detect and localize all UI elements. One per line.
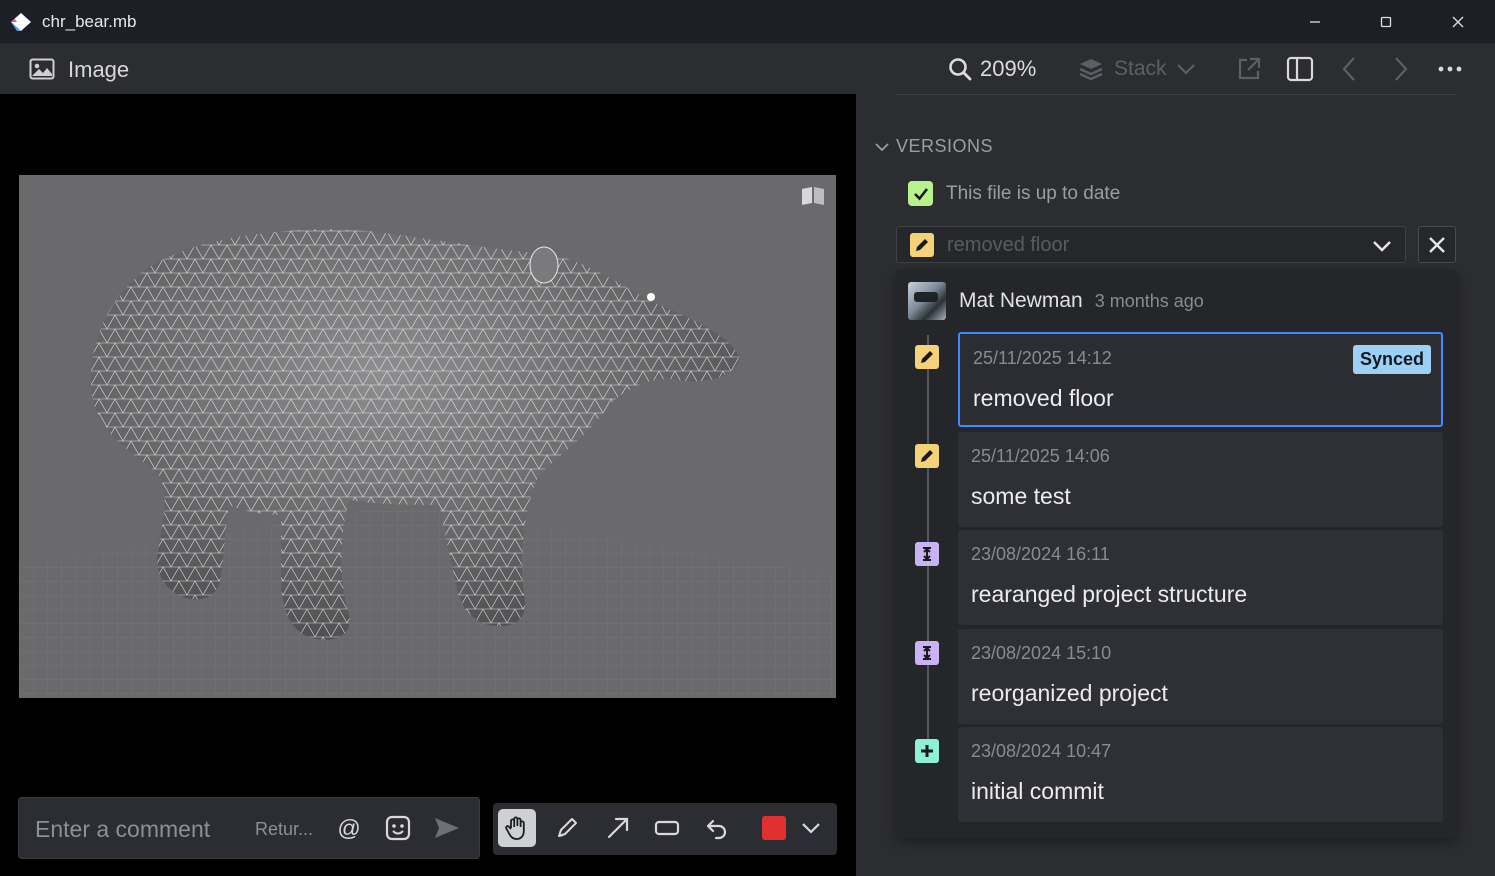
undo-button[interactable] xyxy=(698,809,736,847)
version-card-selected[interactable]: 25/11/2025 14:12 Synced removed floor xyxy=(958,332,1443,427)
version-card[interactable]: 23/08/2024 15:10 reorganized project xyxy=(958,629,1443,724)
version-date: 25/11/2025 14:06 xyxy=(971,446,1110,466)
color-swatch-button[interactable] xyxy=(755,809,793,847)
app-logo-icon xyxy=(11,13,31,31)
close-icon xyxy=(1452,16,1464,28)
sidebar-icon xyxy=(1286,56,1314,82)
comment-composer: Retur... @ xyxy=(18,797,480,859)
hand-icon xyxy=(505,816,525,840)
version-message: removed floor xyxy=(973,385,1114,411)
selected-version-label: removed floor xyxy=(947,234,1070,256)
emoji-button[interactable] xyxy=(382,812,414,844)
send-button[interactable] xyxy=(431,812,463,844)
comment-hint: Retur... xyxy=(255,819,314,839)
restructure-icon xyxy=(915,641,939,665)
chevron-left-icon xyxy=(1342,57,1355,81)
previous-button[interactable] xyxy=(1339,54,1361,84)
minimize-icon xyxy=(1310,21,1320,23)
chevron-down-icon xyxy=(1373,241,1391,252)
send-icon xyxy=(435,818,459,838)
emoji-icon xyxy=(385,815,411,841)
details-panel: 209% Stack VERSIONS This file is up to d… xyxy=(856,44,1495,876)
version-message: reorganized project xyxy=(971,680,1168,706)
version-card[interactable]: 23/08/2024 16:11 rearanged project struc… xyxy=(958,530,1443,625)
viewcube-icon[interactable] xyxy=(800,185,826,207)
rectangle-tool-button[interactable] xyxy=(648,809,686,847)
mention-button[interactable]: @ xyxy=(333,812,365,844)
toolbar-divider xyxy=(896,94,1457,95)
undo-icon xyxy=(706,819,727,840)
version-card[interactable]: 23/08/2024 10:47 initial commit xyxy=(958,727,1443,822)
check-icon xyxy=(908,181,933,206)
edit-icon xyxy=(915,345,939,369)
window-title: chr_bear.mb xyxy=(42,12,137,31)
annotation-toolbar xyxy=(493,803,837,855)
toggle-sidebar-button[interactable] xyxy=(1286,54,1314,84)
author-row: Mat Newman 3 months ago xyxy=(908,282,1204,320)
version-select[interactable]: removed floor xyxy=(896,226,1406,263)
viewer-mode-label: Image xyxy=(68,57,130,82)
chevron-down-icon xyxy=(875,142,889,151)
version-message: initial commit xyxy=(971,778,1104,804)
chevron-right-icon xyxy=(1395,57,1408,81)
next-button[interactable] xyxy=(1389,54,1411,84)
model-preview-image[interactable] xyxy=(19,175,836,698)
stack-label: Stack xyxy=(1114,57,1167,80)
versions-section-toggle[interactable]: VERSIONS xyxy=(874,136,993,157)
rectangle-icon xyxy=(654,820,680,836)
add-icon xyxy=(915,739,939,763)
versions-section-title: VERSIONS xyxy=(896,136,994,156)
arrow-tool-button[interactable] xyxy=(599,809,637,847)
edit-icon xyxy=(910,233,934,257)
version-card[interactable]: 25/11/2025 14:06 some test xyxy=(958,432,1443,527)
panel-toolbar: 209% Stack xyxy=(856,44,1495,95)
bear-wireframe-render xyxy=(19,175,836,698)
image-viewer: Image Enter a comment Retur... @ xyxy=(0,44,856,876)
pen-icon xyxy=(558,818,577,837)
viewer-header: Image xyxy=(0,44,856,94)
version-date: 25/11/2025 14:12 xyxy=(973,348,1112,368)
version-date: 23/08/2024 10:47 xyxy=(971,741,1112,761)
close-icon xyxy=(1429,236,1445,253)
chevron-down-icon xyxy=(802,823,820,834)
sync-status-text: This file is up to date xyxy=(946,182,1121,204)
close-window-button[interactable] xyxy=(1443,8,1473,36)
edit-icon xyxy=(915,444,939,468)
external-link-icon xyxy=(1238,57,1261,80)
arrow-icon xyxy=(607,817,629,839)
maximize-button[interactable] xyxy=(1371,8,1401,36)
status-badge: Synced xyxy=(1352,345,1431,374)
stack-dropdown[interactable]: Stack xyxy=(1078,54,1197,84)
author-time: 3 months ago xyxy=(1094,290,1204,311)
search-icon xyxy=(949,58,972,81)
more-options-button[interactable] xyxy=(1438,54,1462,84)
more-icon xyxy=(1438,66,1462,72)
layers-icon xyxy=(1079,59,1103,81)
comment-input[interactable] xyxy=(35,814,235,844)
title-bar: chr_bear.mb xyxy=(0,0,1495,44)
zoom-control[interactable]: 209% xyxy=(948,54,1036,84)
avatar xyxy=(908,282,946,320)
version-message: some test xyxy=(971,483,1071,509)
version-history-list: Mat Newman 3 months ago 25/11/2025 14:12… xyxy=(896,270,1457,838)
pan-tool-button[interactable] xyxy=(498,809,536,847)
zoom-level: 209% xyxy=(980,56,1037,81)
minimize-button[interactable] xyxy=(1300,8,1330,36)
color-dropdown-button[interactable] xyxy=(792,809,830,847)
version-message: rearanged project structure xyxy=(971,581,1248,607)
color-swatch xyxy=(762,816,786,840)
version-date: 23/08/2024 16:11 xyxy=(971,544,1110,564)
chevron-down-icon xyxy=(1176,64,1195,75)
author-name: Mat Newman xyxy=(959,289,1083,312)
open-external-button[interactable] xyxy=(1236,54,1262,84)
sync-status: This file is up to date xyxy=(908,181,1120,206)
pen-tool-button[interactable] xyxy=(548,809,586,847)
image-icon xyxy=(29,58,55,80)
version-date: 23/08/2024 15:10 xyxy=(971,643,1112,663)
maximize-icon xyxy=(1380,16,1392,28)
restructure-icon xyxy=(915,542,939,566)
close-version-select-button[interactable] xyxy=(1418,226,1456,263)
